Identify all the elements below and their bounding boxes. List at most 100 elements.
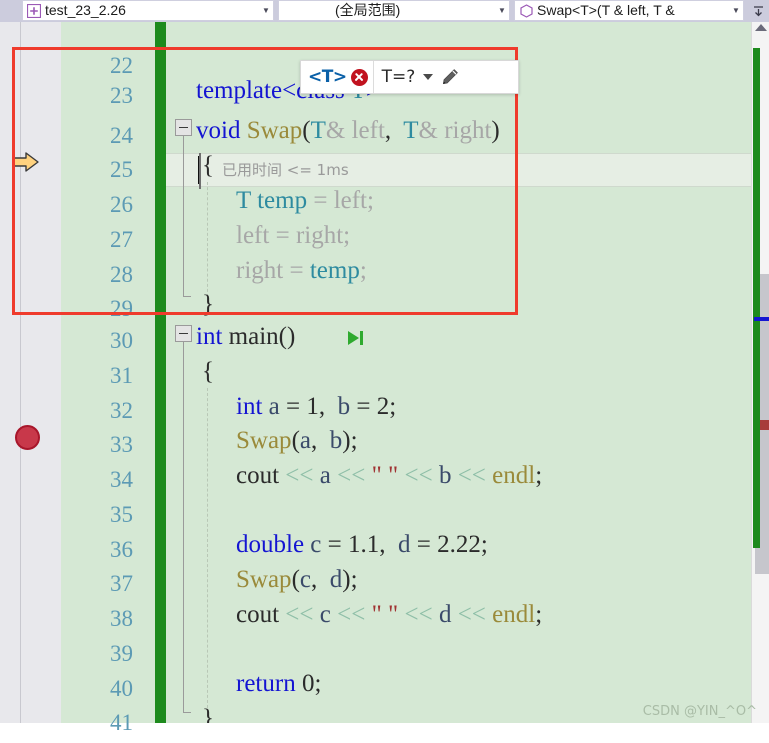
token-punct: ) <box>342 427 351 454</box>
code-line-left-assign[interactable]: left = right; <box>166 216 751 256</box>
token-variable: temp <box>257 187 308 214</box>
code-line-double-decl[interactable]: double c = 1.1, d = 2.22; <box>166 525 751 565</box>
line-number: 33 <box>110 432 133 457</box>
code-line-swap-signature[interactable]: void Swap(T& left, T& right) <box>166 111 751 151</box>
token-punct: , <box>318 393 332 420</box>
scope-dropdown[interactable]: (全局范围) ▼ <box>278 0 510 21</box>
token-string-quote: " <box>388 601 399 628</box>
token-variable: b <box>438 462 452 489</box>
token-punct: ; <box>343 222 351 249</box>
token-keyword: int <box>196 323 223 350</box>
code-line-swap-call-int[interactable]: Swap(a, b); <box>166 421 751 461</box>
chevron-down-icon[interactable]: ▼ <box>259 1 273 20</box>
token-operator: = <box>410 531 438 558</box>
project-icon <box>26 3 42 18</box>
code-text-area[interactable]: 已用时间 <= 1ms template<class T> void Swap(… <box>166 22 751 723</box>
code-line-swap-call-double[interactable]: Swap(c, d); <box>166 560 751 600</box>
token-variable: c <box>310 531 322 558</box>
token-stream: cout <box>236 462 280 489</box>
method-icon <box>518 3 534 18</box>
project-dropdown[interactable]: test_23_2.26 ▼ <box>22 0 274 21</box>
vertical-scrollbar[interactable] <box>751 22 769 723</box>
token-type-param: T <box>403 117 419 144</box>
breakpoint-dot-icon[interactable] <box>15 425 40 450</box>
token-operator: << <box>457 601 486 628</box>
token-number: 1 <box>306 393 319 420</box>
yellow-arrow-icon[interactable] <box>12 150 42 174</box>
member-dropdown[interactable]: Swap<T>(T & left, T & ▼ <box>514 0 744 21</box>
token-punct: ; <box>314 670 322 697</box>
token-operator: = <box>350 393 377 420</box>
token-punct: ; <box>535 462 543 489</box>
token-punct: ) <box>491 117 500 144</box>
line-number: 37 <box>110 571 133 596</box>
member-dropdown-value: Swap<T>(T & left, T & <box>537 1 675 18</box>
token-operator: << <box>285 601 314 628</box>
code-line-main-open-brace[interactable]: { <box>166 352 751 392</box>
pencil-icon[interactable] <box>441 68 459 86</box>
token-operator: = <box>269 222 296 249</box>
scrollbar-change-marker <box>753 48 760 548</box>
token-variable: left <box>333 187 368 214</box>
token-variable: right <box>236 257 284 284</box>
glyph-margin[interactable] <box>20 22 61 723</box>
token-number: 0 <box>301 670 315 697</box>
code-line-temp-decl[interactable]: T temp = left; <box>166 181 751 221</box>
code-line-cout-double[interactable]: cout << c << " " << d << endl; <box>166 595 751 635</box>
template-param-value-group[interactable]: T=? <box>374 61 467 93</box>
line-number: 34 <box>110 467 133 492</box>
project-dropdown-value: test_23_2.26 <box>45 1 126 18</box>
token-operator: = <box>283 257 310 284</box>
toolbar-overflow-button[interactable] <box>747 0 769 22</box>
chevron-down-icon[interactable]: ▼ <box>495 1 509 20</box>
token-punct: , <box>379 531 392 558</box>
token-variable: a <box>319 462 331 489</box>
scroll-up-arrow-icon[interactable] <box>755 24 767 31</box>
error-circle-icon[interactable] <box>350 68 368 86</box>
token-brace: { <box>202 152 214 179</box>
line-number: 30 <box>110 328 133 353</box>
token-punct: & <box>325 117 346 144</box>
token-stream-manip: endl <box>492 601 536 628</box>
token-param: left <box>351 117 385 144</box>
line-number: 39 <box>110 641 133 666</box>
line-number: 31 <box>110 363 133 388</box>
token-punct: ) <box>342 566 351 593</box>
code-line-main-signature[interactable]: int main() <box>166 317 751 357</box>
token-punct: , <box>311 566 324 593</box>
line-number-gutter: 22 23 24 25 26 27 28 29 30 31 32 33 34 3… <box>61 22 143 735</box>
token-punct: ( <box>302 117 311 144</box>
code-line-swap-open-brace[interactable]: { <box>166 146 751 186</box>
token-variable: c <box>299 566 311 593</box>
token-function-name: Swap <box>236 427 292 454</box>
code-line-return[interactable]: return 0; <box>166 664 751 704</box>
line-number: 26 <box>110 192 133 217</box>
token-variable: temp <box>309 257 360 284</box>
token-variable: a <box>268 393 280 420</box>
token-operator: << <box>285 462 314 489</box>
scrollbar-breakpoint-marker <box>760 420 769 430</box>
code-line-cout-int[interactable]: cout << a << " " << b << endl; <box>166 456 751 496</box>
token-operator: = <box>279 393 307 420</box>
run-to-cursor-icon[interactable] <box>348 331 363 345</box>
token-variable: d <box>438 601 452 628</box>
template-param-badge-group[interactable]: <T> <box>301 61 374 93</box>
chevron-down-icon[interactable] <box>423 74 434 80</box>
code-editor[interactable]: 22 23 24 25 26 27 28 29 30 31 32 33 34 3… <box>0 22 769 735</box>
token-variable: b <box>329 427 343 454</box>
token-variable: right <box>295 222 344 249</box>
token-punct: ; <box>367 187 374 214</box>
token-string-quote: " <box>371 601 382 628</box>
token-function-name: Swap <box>236 566 292 593</box>
line-number: 25 <box>110 157 133 182</box>
token-stream-manip: endl <box>492 462 536 489</box>
chevron-down-icon[interactable]: ▼ <box>729 1 743 20</box>
token-function-name: main <box>228 323 279 350</box>
token-variable: d <box>329 566 343 593</box>
token-punct: ; <box>389 393 397 420</box>
line-number: 38 <box>110 606 133 631</box>
watermark: CSDN @YIN_^O^ <box>642 704 757 719</box>
token-keyword: return <box>236 670 296 697</box>
visual-studio-editor-window: test_23_2.26 ▼ (全局范围) ▼ Swap<T>(T & left… <box>0 0 769 735</box>
template-parameter-popup[interactable]: <T> T=? <box>300 60 519 94</box>
